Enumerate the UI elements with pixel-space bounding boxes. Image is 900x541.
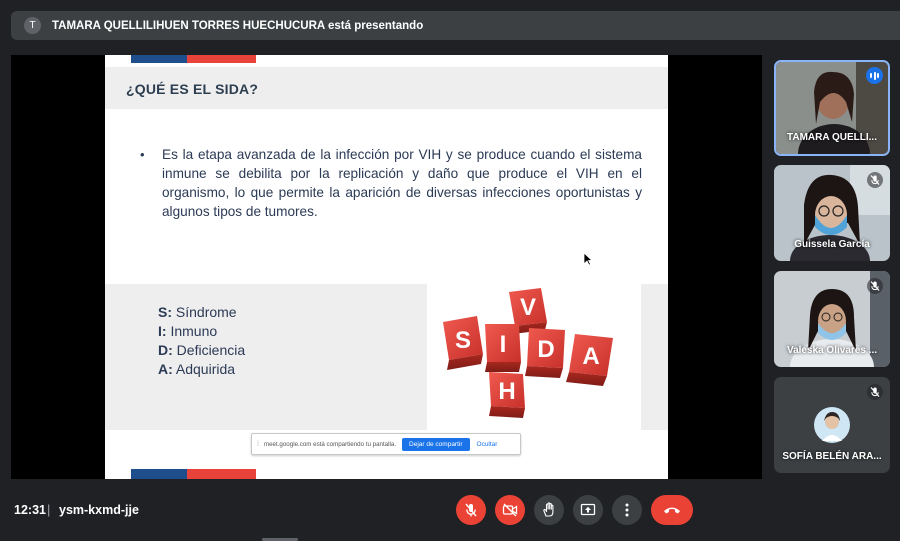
presenter-banner-text: TAMARA QUELLILIHUEN TORRES HUECHUCURA es… <box>52 19 424 32</box>
presenter-banner: T TAMARA QUELLILIHUEN TORRES HUECHUCURA … <box>11 11 900 40</box>
participant-name: Valeska Olivares ... <box>786 345 878 356</box>
cube-i: I <box>485 324 521 372</box>
present-now-button[interactable] <box>573 495 603 525</box>
cube-s: S <box>443 316 483 370</box>
acronym-word: Síndrome <box>172 304 237 320</box>
meeting-separator: | <box>47 502 51 517</box>
participant-tile-sofia[interactable]: SOFÍA BELÉN ARA... <box>774 377 890 473</box>
acronym-word: Inmuno <box>166 323 218 339</box>
hand-icon <box>543 502 554 517</box>
acronym-letter: A: <box>158 361 173 377</box>
cube-letter-v: V <box>520 294 536 321</box>
hang-up-icon <box>664 507 680 514</box>
participant-name: Guissela García <box>794 239 870 250</box>
cube-letter-h: H <box>498 378 515 405</box>
sida-cubes-image: V S I D A H <box>427 284 641 430</box>
cube-letter-s: S <box>455 327 471 354</box>
cube-h: H <box>489 372 525 418</box>
mic-off-icon <box>465 503 477 517</box>
sida-cubes-svg: V S I D A H <box>443 288 613 418</box>
meeting-code[interactable]: ysm-kxmd-jje <box>59 503 139 517</box>
presentation-stage[interactable]: ¿QUÉ ES EL SIDA? • Es la etapa avanzada … <box>11 55 762 479</box>
camera-off-icon <box>502 503 518 517</box>
participant-tile-tamara[interactable]: TAMARA QUELLI... <box>774 60 890 156</box>
participant-name: TAMARA QUELLI... <box>787 132 877 143</box>
slide-bullet-dot: • <box>140 147 145 162</box>
acronym-line-d: D: Deficiencia <box>158 342 245 358</box>
mouse-cursor-icon <box>584 253 593 266</box>
mic-off-icon <box>867 172 883 188</box>
speaking-indicator-icon <box>866 67 883 84</box>
slide-top-stripe-red <box>187 55 256 63</box>
toggle-camera-button[interactable] <box>495 495 525 525</box>
slide-bottom-stripe-blue <box>131 469 187 479</box>
stop-sharing-button[interactable]: Dejar de compartir <box>402 437 470 451</box>
cube-letter-d: D <box>537 336 554 363</box>
cube-d: D <box>525 328 565 378</box>
toggle-microphone-button[interactable] <box>456 495 486 525</box>
presenter-avatar: T <box>24 17 41 34</box>
meet-window: T TAMARA QUELLILIHUEN TORRES HUECHUCURA … <box>0 0 900 541</box>
slide-title: ¿QUÉ ES EL SIDA? <box>126 81 259 97</box>
screen-share-message: meet.google.com está compartiendo tu pan… <box>263 440 397 448</box>
participant-avatar <box>814 407 850 443</box>
present-screen-icon <box>580 503 596 516</box>
slide-body-text: Es la etapa avanzada de la infección por… <box>162 147 642 219</box>
acronym-word: Adquirida <box>172 361 236 377</box>
leave-call-button[interactable] <box>651 495 693 525</box>
acronym-line-i: I: Inmuno <box>158 323 217 339</box>
cube-a: A <box>566 334 613 386</box>
cube-letter-i: I <box>500 331 507 358</box>
acronym-word: Deficiencia <box>172 342 246 358</box>
participant-name: SOFÍA BELÉN ARA... <box>782 451 882 462</box>
hide-notice-link[interactable]: Ocultar <box>477 441 498 448</box>
acronym-letter: S: <box>158 304 172 320</box>
raise-hand-button[interactable] <box>534 495 564 525</box>
cube-letter-a: A <box>582 343 599 370</box>
screen-share-notice: ⁞ meet.google.com está compartiendo tu p… <box>251 433 521 455</box>
acronym-letter: I: <box>158 323 167 339</box>
presentation-slide: ¿QUÉ ES EL SIDA? • Es la etapa avanzada … <box>105 55 668 479</box>
slide-bottom-stripe-red <box>187 469 256 479</box>
participant-tile-guissela[interactable]: Guissela García <box>774 165 890 261</box>
participant-tile-valeska[interactable]: Valeska Olivares ... <box>774 271 890 367</box>
acronym-line-a: A: Adquirida <box>158 361 235 377</box>
more-vert-icon <box>625 503 629 517</box>
more-options-button[interactable] <box>612 495 642 525</box>
meeting-time: 12:31 <box>14 503 46 517</box>
slide-top-stripe-blue <box>131 55 187 63</box>
mic-off-icon <box>867 384 883 400</box>
drag-handle-icon[interactable]: ⁞ <box>257 441 259 448</box>
acronym-line-s: S: Síndrome <box>158 304 237 320</box>
acronym-letter: D: <box>158 342 173 358</box>
mic-off-icon <box>867 278 883 294</box>
